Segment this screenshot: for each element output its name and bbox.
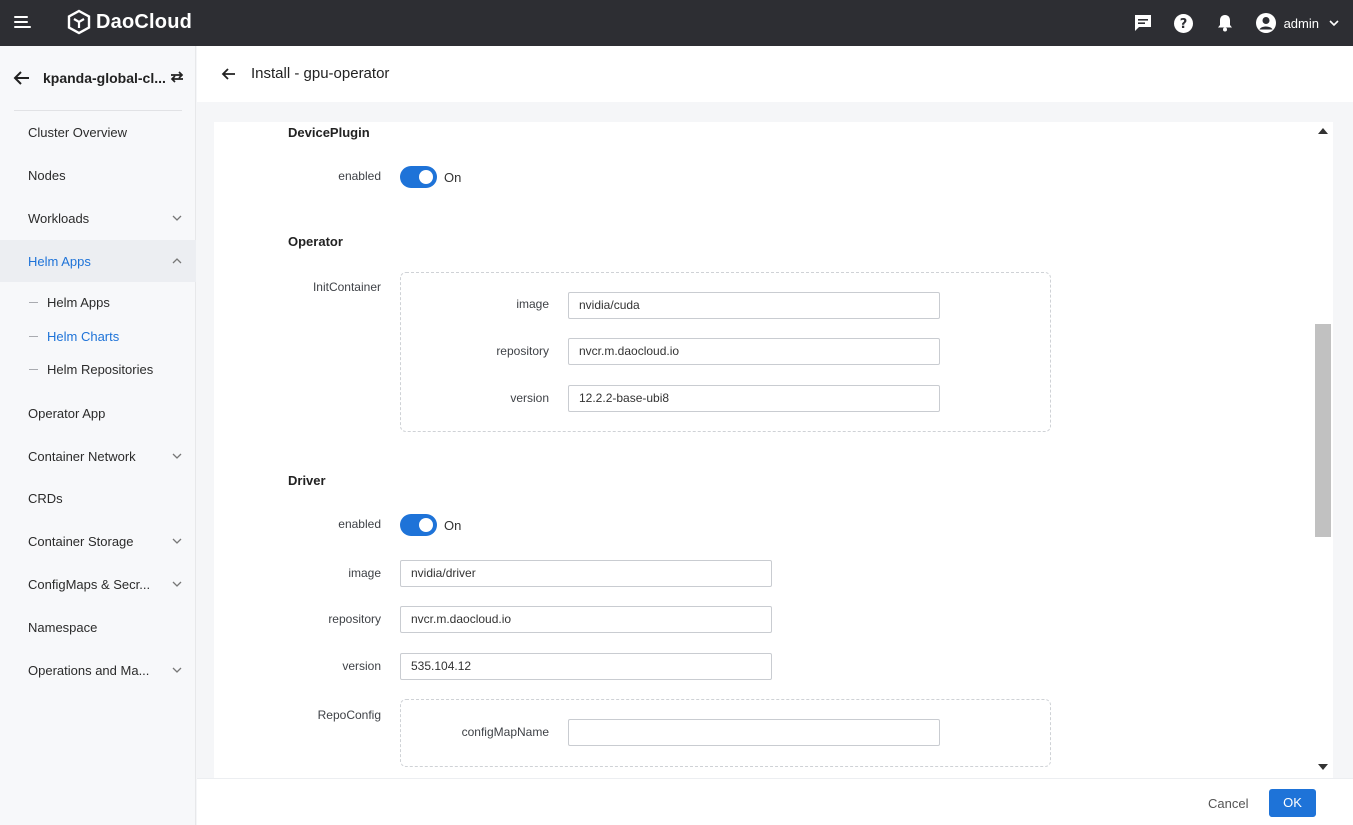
sidebar-item-nodes[interactable]: Nodes xyxy=(0,154,196,196)
sidebar-item-label: CRDs xyxy=(28,490,63,506)
sidebar-item-cluster-overview[interactable]: Cluster Overview xyxy=(0,111,196,153)
sidebar-subitem-label: Helm Charts xyxy=(47,328,120,344)
sidebar-item-workloads[interactable]: Workloads xyxy=(0,197,196,239)
driver-repository-input[interactable]: nvcr.m.daocloud.io xyxy=(400,606,772,633)
user-name: admin xyxy=(1283,15,1319,31)
chevron-down-icon xyxy=(172,667,182,673)
sidebar-item-label: Workloads xyxy=(28,210,90,226)
ok-button[interactable]: OK xyxy=(1269,789,1316,817)
sidebar: kpanda-global-cl... Cluster Overview Nod… xyxy=(0,46,196,825)
help-icon[interactable]: ? xyxy=(1173,12,1195,34)
scroll-thumb[interactable] xyxy=(1315,324,1331,537)
initcontainer-version-input[interactable]: 12.2.2-base-ubi8 xyxy=(568,385,940,412)
brand-name: DaoCloud xyxy=(96,10,193,33)
driver-enabled-label: enabled xyxy=(338,517,381,531)
scroll-down-arrow-icon[interactable] xyxy=(1318,764,1328,770)
chevron-down-icon xyxy=(172,538,182,544)
page-title: Install - gpu-operator xyxy=(251,65,390,82)
switch-cluster-icon[interactable] xyxy=(168,68,186,86)
sidebar-item-label: Operations and Ma... xyxy=(28,662,150,678)
sidebar-item-label: Namespace xyxy=(28,619,98,635)
svg-text:?: ? xyxy=(1180,17,1188,32)
scrollbar[interactable] xyxy=(1313,122,1333,778)
user-menu[interactable]: admin xyxy=(1255,12,1339,34)
chevron-down-icon xyxy=(172,453,182,459)
section-title-driver: Driver xyxy=(288,473,326,488)
bell-icon[interactable] xyxy=(1214,12,1236,34)
sidebar-subitem-label: Helm Repositories xyxy=(47,361,154,377)
chevron-down-icon xyxy=(1329,20,1339,27)
driver-repository-label: repository xyxy=(328,612,381,626)
sidebar-item-label: Helm Apps xyxy=(28,253,91,269)
cluster-name: kpanda-global-cl... xyxy=(43,70,166,86)
sidebar-item-label: Cluster Overview xyxy=(28,124,127,140)
back-arrow-icon[interactable] xyxy=(12,68,32,88)
initcontainer-image-label: image xyxy=(516,297,549,311)
sidebar-subitem-helm-charts[interactable]: Helm Charts xyxy=(0,321,196,351)
sidebar-subitem-helm-repositories[interactable]: Helm Repositories xyxy=(0,354,196,384)
initcontainer-version-label: version xyxy=(510,391,549,405)
sidebar-item-label: Nodes xyxy=(28,167,66,183)
dash-marker xyxy=(29,369,38,370)
sidebar-item-operator-app[interactable]: Operator App xyxy=(0,392,196,434)
daocloud-logo-icon xyxy=(67,9,91,35)
configmapname-label: configMapName xyxy=(461,725,549,739)
driver-version-input[interactable]: 535.104.12 xyxy=(400,653,772,680)
configmapname-input[interactable] xyxy=(568,719,940,746)
cancel-button[interactable]: Cancel xyxy=(1208,796,1248,811)
chevron-down-icon xyxy=(172,581,182,587)
sidebar-subitem-helm-apps[interactable]: Helm Apps xyxy=(0,287,196,317)
sidebar-item-namespace[interactable]: Namespace xyxy=(0,606,196,648)
initcontainer-image-input[interactable]: nvidia/cuda xyxy=(568,292,940,319)
chevron-up-icon xyxy=(172,258,182,264)
section-title-operator: Operator xyxy=(288,234,343,249)
deviceplugin-enabled-label: enabled xyxy=(338,169,381,183)
section-title-deviceplugin: DevicePlugin xyxy=(288,125,370,140)
sidebar-item-configmaps-secrets[interactable]: ConfigMaps & Secr... xyxy=(0,563,196,605)
menu-icon[interactable] xyxy=(14,13,36,33)
driver-image-label: image xyxy=(348,566,381,580)
initcontainer-repository-label: repository xyxy=(496,344,549,358)
driver-enabled-toggle[interactable] xyxy=(400,514,437,536)
sidebar-item-label: Container Network xyxy=(28,448,136,464)
driver-image-input[interactable]: nvidia/driver xyxy=(400,560,772,587)
sidebar-item-label: Container Storage xyxy=(28,533,134,549)
driver-version-label: version xyxy=(342,659,381,673)
page-header: Install - gpu-operator xyxy=(197,46,1353,102)
sidebar-item-crds[interactable]: CRDs xyxy=(0,477,196,519)
sidebar-item-container-network[interactable]: Container Network xyxy=(0,435,196,477)
deviceplugin-enabled-toggle[interactable] xyxy=(400,166,437,188)
sidebar-item-label: ConfigMaps & Secr... xyxy=(28,576,151,592)
repoconfig-label: RepoConfig xyxy=(317,708,381,722)
deviceplugin-enabled-state: On xyxy=(444,170,462,185)
top-navigation-bar: DaoCloud ? admin xyxy=(0,0,1353,46)
chevron-down-icon xyxy=(172,215,182,221)
scroll-up-arrow-icon[interactable] xyxy=(1318,128,1328,134)
install-form: DevicePlugin enabled On Operator InitCon… xyxy=(214,122,1313,778)
sidebar-item-operations[interactable]: Operations and Ma... xyxy=(0,649,196,691)
driver-enabled-state: On xyxy=(444,518,462,533)
logo[interactable]: DaoCloud xyxy=(66,9,192,35)
initcontainer-repository-input[interactable]: nvcr.m.daocloud.io xyxy=(568,338,940,365)
sidebar-item-helm-apps[interactable]: Helm Apps xyxy=(0,240,196,282)
dash-marker xyxy=(29,302,38,303)
initcontainer-label: InitContainer xyxy=(312,280,381,294)
back-arrow-icon[interactable] xyxy=(220,65,238,83)
user-avatar-icon xyxy=(1255,13,1276,33)
sidebar-subitem-label: Helm Apps xyxy=(47,294,110,310)
sidebar-item-label: Operator App xyxy=(28,405,106,421)
sidebar-item-container-storage[interactable]: Container Storage xyxy=(0,520,196,562)
dash-marker xyxy=(29,336,38,337)
cluster-header: kpanda-global-cl... xyxy=(0,46,196,110)
message-icon[interactable] xyxy=(1132,12,1154,34)
footer-actions: Cancel OK xyxy=(197,778,1353,825)
